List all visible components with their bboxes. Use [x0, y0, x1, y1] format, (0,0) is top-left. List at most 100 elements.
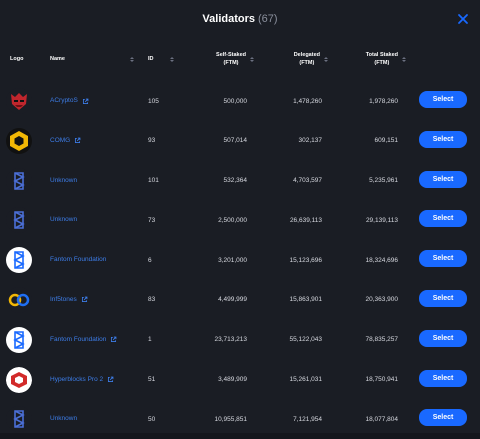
fantom-icon	[6, 207, 32, 234]
table-row: ACryptoS 105 500,000 1,478,260 1,978,260…	[0, 81, 480, 121]
select-button[interactable]: Select	[419, 409, 467, 427]
select-button[interactable]: Select	[419, 369, 467, 387]
validator-id: 105	[148, 97, 159, 105]
table-row: Hyperblocks Pro 2 51 3,489,909 15,261,03…	[0, 360, 480, 400]
external-link-icon[interactable]	[74, 137, 81, 144]
self-staked-value: 507,014	[223, 137, 248, 145]
table-row: Fantom Foundation 1 23,713,213 55,122,04…	[0, 320, 480, 360]
column-id[interactable]: ID	[148, 44, 174, 74]
column-id-label: ID	[148, 56, 154, 62]
column-total-staked-label: Total Staked	[365, 52, 398, 58]
delegated-value: 15,261,031	[289, 376, 322, 384]
validator-id: 1	[148, 336, 152, 344]
self-staked-value: 2,500,000	[218, 216, 247, 224]
self-staked-value: 3,489,909	[218, 376, 247, 384]
total-staked-value: 78,835,257	[365, 336, 398, 344]
total-staked-value: 5,235,961	[369, 177, 398, 185]
validator-name-link[interactable]: Fantom Foundation	[50, 320, 140, 360]
hyperblocks-icon	[6, 366, 32, 393]
validator-name-link[interactable]: Inf5tones	[50, 280, 140, 320]
validator-name: Unknown	[50, 415, 78, 423]
delegated-value: 7,121,954	[293, 415, 322, 423]
validator-name: Unknown	[50, 176, 78, 184]
delegated-value: 15,123,696	[289, 256, 322, 264]
validator-id: 83	[148, 296, 156, 304]
validator-id: 50	[148, 415, 156, 423]
column-total-staked[interactable]: Total Staked (FTM)	[342, 44, 406, 74]
fantom-icon	[6, 406, 32, 433]
validator-logo	[6, 326, 32, 353]
validator-name-link[interactable]: Unknown	[50, 399, 140, 439]
column-name[interactable]: Name	[50, 44, 134, 74]
validator-id: 73	[148, 216, 156, 224]
validator-logo	[6, 88, 32, 114]
column-logo-label: Logo	[10, 56, 24, 62]
delegated-value: 26,639,113	[289, 216, 322, 224]
delegated-value: 302,137	[298, 137, 323, 145]
validator-name-link[interactable]: COMG	[50, 121, 140, 161]
validator-name-link[interactable]: Unknown	[50, 161, 140, 201]
validator-logo	[6, 406, 32, 433]
self-staked-value: 10,955,851	[214, 415, 247, 423]
total-staked-value: 18,324,696	[365, 256, 398, 264]
validator-logo	[6, 366, 32, 393]
column-delegated-label: Delegated	[293, 52, 320, 58]
table-row: COMG 93 507,014 302,137 609,151 Select	[0, 121, 480, 161]
table-row: Unknown 101 532,364 4,703,597 5,235,961 …	[0, 161, 480, 201]
total-staked-value: 1,978,260	[369, 97, 398, 105]
external-link-icon[interactable]	[107, 376, 114, 383]
modal-title-text: Validators	[202, 13, 255, 25]
infstones-icon	[6, 286, 32, 313]
validator-logo	[6, 207, 32, 234]
select-button[interactable]: Select	[419, 289, 467, 307]
total-staked-value: 18,077,804	[365, 415, 398, 423]
validator-logo	[6, 286, 32, 313]
column-self-staked-label: Self-Staked	[216, 52, 246, 58]
validator-id: 101	[148, 177, 159, 185]
delegated-value: 4,703,597	[293, 177, 322, 185]
validator-name-link[interactable]: Fantom Foundation	[50, 240, 140, 280]
validator-name: Fantom Foundation	[50, 256, 107, 264]
total-staked-value: 609,151	[374, 137, 399, 145]
validator-name: Hyperblocks Pro 2	[50, 375, 104, 383]
table-row: Unknown 50 10,955,851 7,121,954 18,077,8…	[0, 399, 480, 439]
close-icon[interactable]	[456, 12, 470, 26]
fantom-icon	[6, 167, 32, 194]
modal-title: Validators (67)	[202, 13, 277, 25]
validator-logo	[6, 127, 32, 154]
external-link-icon[interactable]	[82, 98, 89, 105]
validator-id: 6	[148, 256, 152, 264]
sort-icon	[170, 56, 174, 62]
delegated-value: 55,122,043	[289, 336, 322, 344]
select-button[interactable]: Select	[419, 250, 467, 268]
validator-name-link[interactable]: Hyperblocks Pro 2	[50, 360, 140, 400]
validator-logo	[6, 167, 32, 194]
self-staked-value: 532,364	[223, 177, 248, 185]
select-button[interactable]: Select	[419, 91, 467, 108]
external-link-icon[interactable]	[110, 336, 117, 343]
sort-icon	[402, 56, 406, 62]
validators-modal: Validators (67) Logo Name ID Self-Staked (…	[0, 0, 480, 433]
column-name-label: Name	[50, 56, 65, 62]
delegated-value: 15,863,901	[289, 296, 322, 304]
validator-name-link[interactable]: ACryptoS	[50, 81, 140, 121]
validator-name: Fantom Foundation	[50, 335, 107, 343]
total-staked-value: 29,139,113	[365, 216, 398, 224]
external-link-icon[interactable]	[81, 296, 88, 303]
validator-logo	[6, 247, 32, 274]
column-delegated[interactable]: Delegated (FTM)	[272, 44, 328, 74]
validator-name-link[interactable]: Unknown	[50, 200, 140, 240]
sort-icon	[130, 56, 134, 62]
table-row: Fantom Foundation 6 3,201,000 15,123,696…	[0, 240, 480, 280]
select-button[interactable]: Select	[419, 130, 467, 148]
sort-icon	[250, 56, 254, 62]
select-button[interactable]: Select	[419, 210, 467, 228]
fantom-foundation-icon	[6, 247, 32, 274]
select-button[interactable]: Select	[419, 170, 467, 188]
column-self-staked[interactable]: Self-Staked (FTM)	[194, 44, 254, 74]
select-button[interactable]: Select	[419, 329, 467, 347]
self-staked-value: 500,000	[223, 97, 248, 105]
column-logo: Logo	[10, 44, 23, 74]
validator-name: ACryptoS	[50, 97, 78, 104]
validator-name: Inf5tones	[50, 295, 77, 303]
